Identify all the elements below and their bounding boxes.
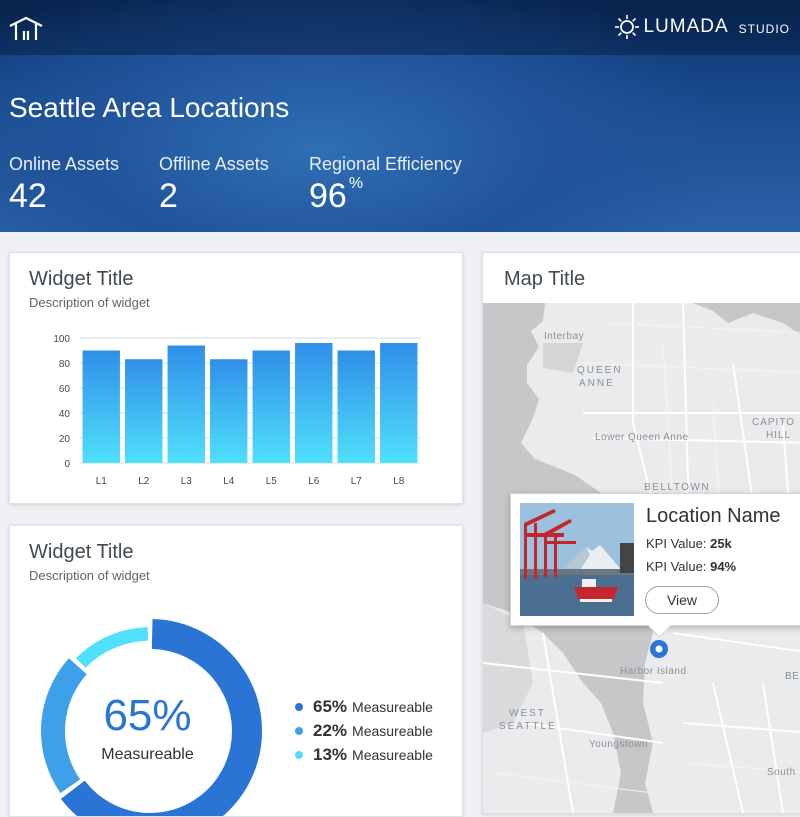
- map-label: WEST: [509, 708, 546, 719]
- map-label: Lower Queen Anne: [595, 432, 689, 443]
- y-tick-label: 80: [59, 359, 71, 370]
- y-tick-label: 40: [59, 409, 71, 420]
- stat-label: Offline Assets: [159, 154, 269, 174]
- legend-dot: [295, 727, 303, 735]
- map-label: ANNE: [579, 378, 615, 389]
- stat-value: 96%: [309, 175, 364, 215]
- map-label: HILL: [766, 430, 792, 441]
- x-tick-label: L5: [266, 476, 278, 487]
- stat-regional-efficiency: Regional Efficiency 96%: [309, 154, 462, 216]
- legend-pct: 65%: [313, 697, 348, 716]
- bar[interactable]: [337, 350, 375, 464]
- view-button[interactable]: View: [645, 586, 719, 614]
- bar-chart-widget: Widget Title Description of widget 0 20 40…: [9, 252, 463, 504]
- y-tick-label: 0: [64, 459, 70, 470]
- legend-label: Measureable: [352, 699, 433, 715]
- bar[interactable]: [125, 359, 163, 463]
- legend-item: 65% Measureable: [295, 697, 433, 717]
- x-tick-label: L6: [308, 476, 320, 487]
- map-label: Interbay: [544, 331, 585, 342]
- kpi-label: KPI Value:: [646, 559, 707, 574]
- brand-name: LUMADA: [643, 16, 729, 37]
- donut-center-value: 65%: [103, 691, 192, 740]
- x-tick-label: L3: [181, 476, 193, 487]
- map-label: BELLTOWN: [644, 482, 711, 493]
- kpi-row: KPI Value: 25k: [646, 536, 732, 551]
- donut-slice[interactable]: [75, 627, 149, 668]
- legend-item: 22% Measureable: [295, 721, 433, 741]
- y-tick-label: 60: [59, 384, 71, 395]
- kpi-label: KPI Value:: [646, 536, 707, 551]
- kpi-value: 25k: [710, 536, 732, 551]
- map-label: South: [767, 767, 796, 778]
- legend-dot: [295, 751, 303, 759]
- map-label: CAPITO: [752, 417, 796, 428]
- location-name: Location Name: [646, 505, 781, 527]
- stat-value: 42: [9, 177, 47, 215]
- location-photo: [520, 503, 634, 616]
- map-label: Harbor Island: [620, 666, 687, 677]
- x-tick-label: L4: [223, 476, 235, 487]
- page-title: Seattle Area Locations: [9, 92, 290, 123]
- bar[interactable]: [210, 359, 248, 463]
- map-label: QUEEN: [577, 365, 623, 376]
- widget-title: Map Title: [504, 268, 586, 290]
- legend-pct: 13%: [313, 745, 348, 764]
- location-popup: Location Name KPI Value: 25k KPI Value: …: [510, 493, 800, 638]
- lumada-logo-icon: [615, 15, 640, 39]
- legend-label: Measureable: [352, 723, 433, 739]
- brand-sub: STUDIO: [738, 22, 790, 36]
- x-tick-label: L8: [393, 476, 405, 487]
- stat-value: 2: [159, 177, 178, 215]
- bar[interactable]: [252, 350, 290, 464]
- legend-item: 13% Measureable: [295, 745, 433, 765]
- stat-online-assets: Online Assets 42: [9, 154, 119, 216]
- home-icon[interactable]: [8, 16, 44, 42]
- stat-offline-assets: Offline Assets 2: [159, 154, 269, 216]
- legend-label: Measureable: [352, 747, 433, 763]
- x-tick-label: L7: [351, 476, 363, 487]
- kpi-row: KPI Value: 94%: [646, 559, 736, 574]
- x-tick-label: L2: [138, 476, 150, 487]
- bar[interactable]: [167, 345, 205, 464]
- bar-chart: 0 20 40 60 80 100 L1 L2 L3 L4 L5 L6 L7 L8: [53, 334, 420, 487]
- kpi-value: 94%: [710, 559, 737, 574]
- map-label: Youngstown: [589, 739, 649, 750]
- x-tick-label: L1: [96, 476, 108, 487]
- map-label: SEATTLE: [499, 721, 557, 732]
- map-label: BE: [785, 671, 800, 682]
- donut-center-label: Measureable: [101, 746, 194, 763]
- y-tick-label: 20: [59, 434, 71, 445]
- bar[interactable]: [295, 343, 333, 463]
- stat-label: Regional Efficiency: [309, 154, 462, 174]
- brand[interactable]: LUMADA STUDIO: [614, 14, 790, 40]
- legend-dot: [295, 703, 303, 711]
- donut-chart: [41, 619, 262, 816]
- page-header: LUMADA STUDIO Seattle Area Locations Onl…: [0, 0, 800, 232]
- bar[interactable]: [380, 343, 418, 463]
- y-tick-label: 100: [53, 334, 70, 345]
- bar[interactable]: [82, 350, 120, 464]
- legend-pct: 22%: [313, 721, 348, 740]
- stat-label: Online Assets: [9, 154, 120, 174]
- top-bar: LUMADA STUDIO: [0, 0, 800, 55]
- donut-chart-widget: Widget Title Description of widget 65% M…: [9, 525, 463, 817]
- map-pin-icon[interactable]: [649, 639, 669, 659]
